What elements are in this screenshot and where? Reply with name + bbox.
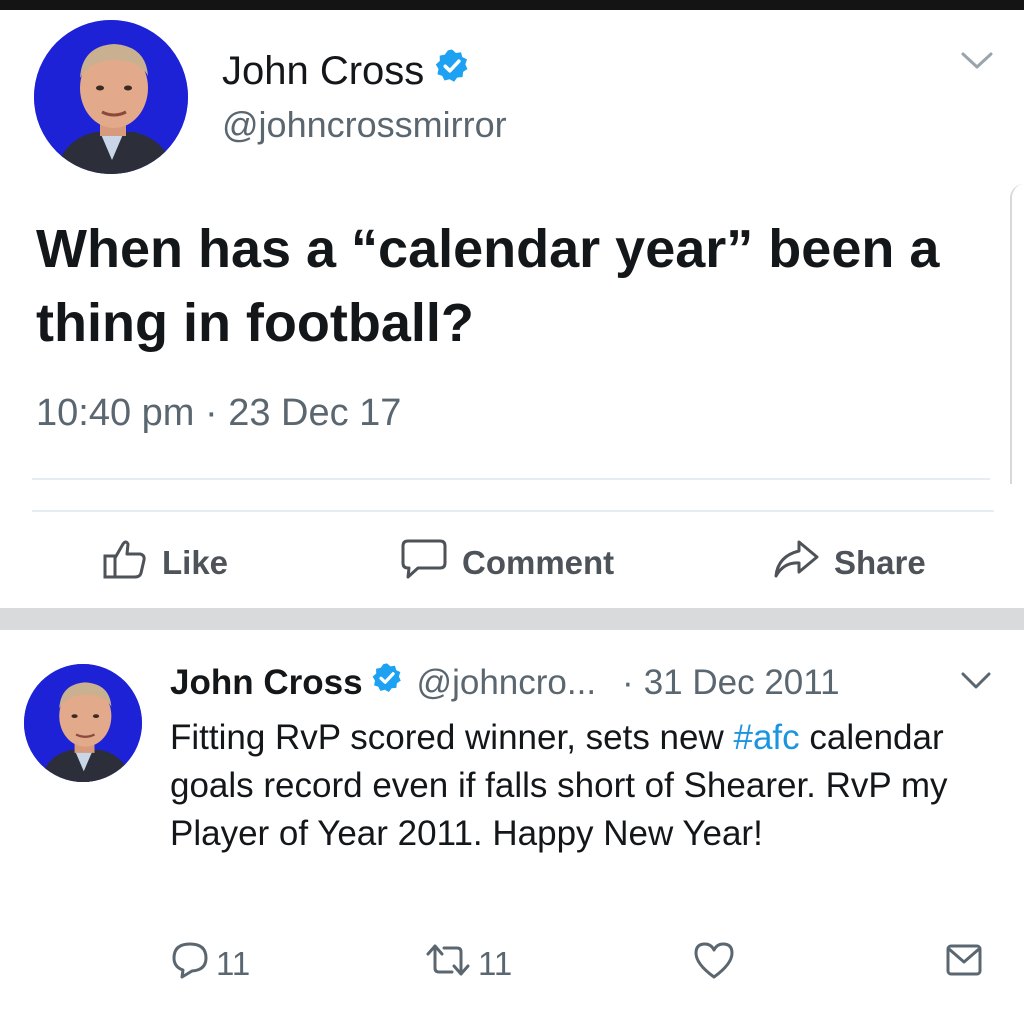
- retweet-icon: [424, 940, 472, 988]
- share-label: Share: [834, 544, 926, 581]
- tweet-timestamp[interactable]: 10:40 pm · 23 Dec 17: [36, 392, 401, 435]
- heart-icon: [692, 940, 736, 988]
- verified-badge-icon: [371, 662, 403, 703]
- quoted-tweet-header: John Cross @johncro... · 31 Dec 2011: [170, 662, 840, 703]
- tweet-text: When has a “calendar year” been a thing …: [36, 219, 940, 353]
- author-name[interactable]: John Cross: [170, 663, 363, 703]
- reply-count: 11: [216, 945, 251, 982]
- separator-dot: ·: [622, 662, 634, 702]
- tweet-text-part: Fitting RvP scored winner, sets new: [170, 718, 734, 757]
- share-button[interactable]: Share: [772, 538, 926, 588]
- hashtag-link[interactable]: #afc: [734, 718, 800, 757]
- retweet-button[interactable]: 11: [424, 940, 512, 988]
- divider: [32, 510, 994, 512]
- author-handle[interactable]: @johncrossmirror: [222, 104, 507, 146]
- share-arrow-icon: [772, 538, 820, 588]
- retweet-count: 11: [478, 945, 513, 982]
- scrollbar[interactable]: [1010, 184, 1024, 484]
- author-handle[interactable]: @johncro...: [417, 663, 597, 703]
- comment-label: Comment: [462, 544, 615, 581]
- top-edge-bar: [0, 0, 1024, 10]
- quoted-tweet-text: Fitting RvP scored winner, sets new #afc…: [170, 714, 990, 858]
- like-heart-button[interactable]: [692, 940, 736, 988]
- chevron-down-icon[interactable]: [960, 50, 994, 77]
- direct-message-button[interactable]: [944, 940, 984, 988]
- avatar[interactable]: [24, 664, 142, 782]
- reply-button[interactable]: 11: [170, 940, 250, 988]
- thumbs-up-icon: [102, 538, 148, 588]
- verified-badge-icon: [434, 48, 470, 94]
- reply-icon: [170, 940, 210, 988]
- tweet-date[interactable]: 31 Dec 2011: [644, 663, 840, 703]
- comment-button[interactable]: Comment: [400, 538, 614, 588]
- author-name[interactable]: John Cross: [222, 48, 470, 94]
- chevron-down-icon[interactable]: [960, 670, 992, 697]
- avatar[interactable]: [34, 20, 188, 174]
- section-separator: [0, 608, 1024, 630]
- like-label: Like: [162, 544, 229, 581]
- like-button[interactable]: Like: [102, 538, 228, 588]
- envelope-icon: [944, 940, 984, 988]
- speech-bubble-icon: [400, 538, 448, 588]
- author-name-text[interactable]: John Cross: [222, 49, 424, 94]
- divider: [32, 478, 990, 480]
